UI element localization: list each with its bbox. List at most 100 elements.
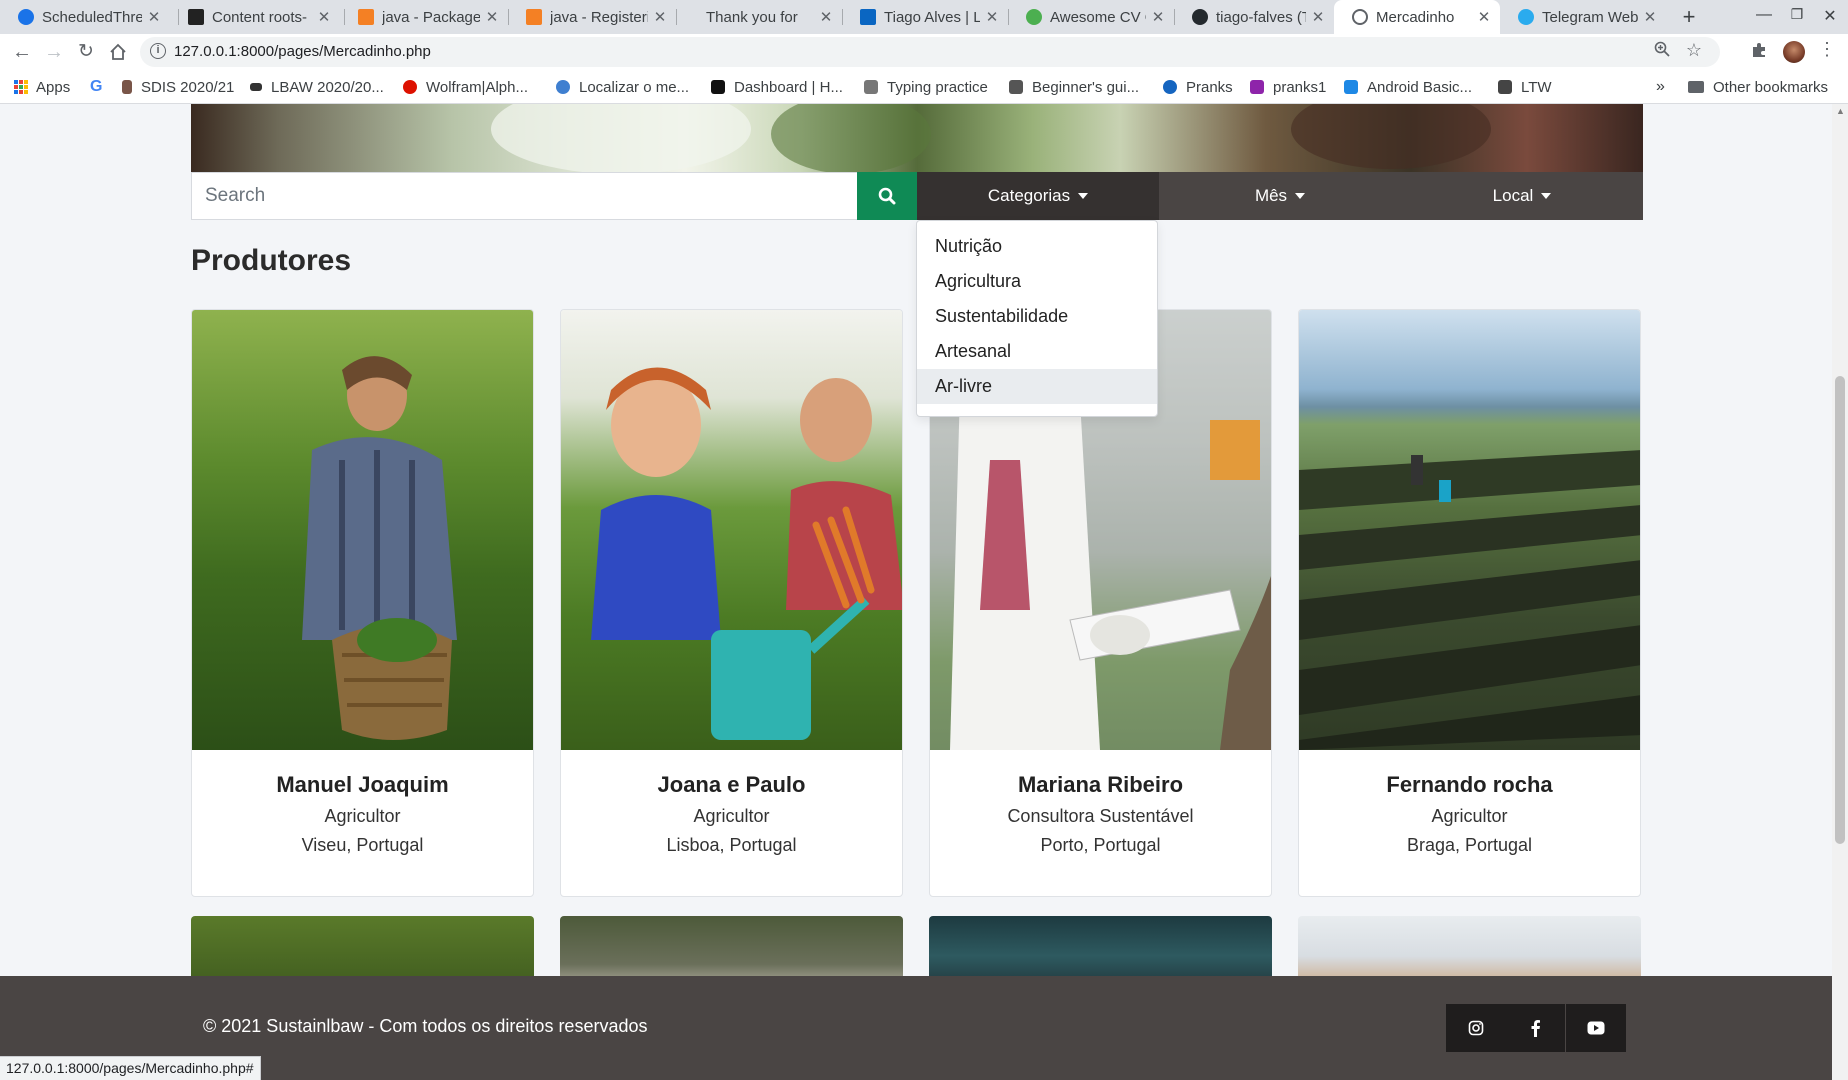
favicon-icon xyxy=(18,9,34,25)
bookmark-ltw[interactable]: LTW xyxy=(1498,70,1552,104)
dropdown-item-nutricao[interactable]: Nutrição xyxy=(917,229,1157,264)
tab[interactable]: Awesome CV C ✕ xyxy=(1008,0,1174,34)
producer-name: Manuel Joaquim xyxy=(276,772,449,797)
youtube-button[interactable] xyxy=(1566,1004,1626,1052)
new-tab-button[interactable]: + xyxy=(1676,4,1702,30)
dropdown-item-artesanal[interactable]: Artesanal xyxy=(917,334,1157,369)
stackoverflow-icon xyxy=(526,9,542,25)
producer-location: Porto, Portugal xyxy=(1040,835,1161,855)
browser-menu-icon[interactable]: ⋮ xyxy=(1818,39,1836,60)
site-info-icon[interactable]: i xyxy=(150,43,166,59)
favicon-icon xyxy=(188,9,204,25)
close-icon[interactable]: ✕ xyxy=(652,8,668,26)
producer-photo xyxy=(192,310,533,750)
bookmark-favicon-icon xyxy=(1163,80,1177,94)
close-window-icon[interactable]: ✕ xyxy=(1818,6,1842,26)
producer-location: Viseu, Portugal xyxy=(301,835,424,855)
bookmark-typing[interactable]: Typing practice xyxy=(864,70,988,104)
close-icon[interactable]: ✕ xyxy=(818,8,834,26)
close-icon[interactable]: ✕ xyxy=(146,8,162,26)
other-bookmarks[interactable]: Other bookmarks xyxy=(1688,70,1828,104)
dropdown-item-ar-livre[interactable]: Ar-livre xyxy=(917,369,1157,404)
dropdown-item-agricultura[interactable]: Agricultura xyxy=(917,264,1157,299)
close-icon[interactable]: ✕ xyxy=(1150,8,1166,26)
scroll-up-icon[interactable]: ▲ xyxy=(1836,106,1845,116)
tab[interactable]: ScheduledThre ✕ xyxy=(0,0,170,34)
close-icon[interactable]: ✕ xyxy=(1310,8,1326,26)
tab[interactable]: Telegram Web ✕ xyxy=(1500,0,1666,34)
mes-dropdown-button[interactable]: Mês xyxy=(1159,172,1401,220)
tab[interactable]: java - Package ✕ xyxy=(340,0,508,34)
local-dropdown-button[interactable]: Local xyxy=(1401,172,1643,220)
bookmark-google[interactable]: G xyxy=(90,70,102,104)
producer-card-partial[interactable] xyxy=(1298,916,1641,976)
forward-icon[interactable]: → xyxy=(42,40,66,64)
bookmark-lbaw[interactable]: LBAW 2020/20... xyxy=(250,70,384,104)
categorias-dropdown-button[interactable]: Categorias xyxy=(917,172,1159,220)
tab-active[interactable]: Mercadinho ✕ xyxy=(1334,0,1500,34)
instagram-button[interactable] xyxy=(1446,1004,1506,1052)
page-content: Categorias Mês Local Produtores Manuel J… xyxy=(0,104,1832,976)
instagram-icon xyxy=(1468,1020,1484,1036)
close-icon[interactable]: ✕ xyxy=(1476,8,1492,26)
bookmark-favicon-icon xyxy=(1250,80,1264,94)
page-scrollbar[interactable]: ▲ xyxy=(1832,104,1848,1080)
bookmark-android[interactable]: Android Basic... xyxy=(1344,70,1472,104)
producer-card[interactable]: Manuel Joaquim Agricultor Viseu, Portuga… xyxy=(191,309,534,897)
bookmark-sdis[interactable]: SDIS 2020/21 xyxy=(122,70,234,104)
home-icon[interactable] xyxy=(106,40,130,64)
producer-name: Joana e Paulo xyxy=(657,772,806,797)
bookmark-pranks[interactable]: Pranks xyxy=(1163,70,1233,104)
tab[interactable]: Content roots- ✕ xyxy=(170,0,340,34)
profile-avatar[interactable] xyxy=(1783,41,1805,63)
tab[interactable]: Tiago Alves | Li ✕ xyxy=(842,0,1008,34)
close-icon[interactable]: ✕ xyxy=(316,8,332,26)
bookmark-beginners[interactable]: Beginner's gui... xyxy=(1009,70,1139,104)
tab[interactable]: java - Registeri ✕ xyxy=(508,0,676,34)
url-text[interactable]: 127.0.0.1:8000/pages/Mercadinho.php xyxy=(174,43,431,60)
close-icon[interactable]: ✕ xyxy=(1642,8,1658,26)
bookmark-dashboard[interactable]: Dashboard | H... xyxy=(711,70,843,104)
producer-card[interactable]: Fernando rocha Agricultor Braga, Portuga… xyxy=(1298,309,1641,897)
search-button[interactable] xyxy=(857,172,917,220)
producer-card-partial[interactable] xyxy=(929,916,1272,976)
copyright-text: © 2021 Sustainlbaw - Com todos os direit… xyxy=(203,1016,648,1036)
facebook-button[interactable] xyxy=(1505,1004,1565,1052)
dropdown-item-sustentabilidade[interactable]: Sustentabilidade xyxy=(917,299,1157,334)
bookmark-pranks1[interactable]: pranks1 xyxy=(1250,70,1326,104)
tab[interactable]: Thank you for ✕ xyxy=(676,0,842,34)
bookmark-apps[interactable]: Apps xyxy=(14,70,70,104)
producer-photo xyxy=(561,310,902,750)
zoom-icon[interactable] xyxy=(1654,41,1670,62)
bookmark-localizar[interactable]: Localizar o me... xyxy=(556,70,689,104)
producer-card[interactable]: Joana e Paulo Agricultor Lisboa, Portuga… xyxy=(560,309,903,897)
extensions-icon[interactable] xyxy=(1750,41,1768,64)
reload-icon[interactable]: ↻ xyxy=(74,40,98,64)
status-bar-url: 127.0.0.1:8000/pages/Mercadinho.php# xyxy=(0,1056,261,1080)
close-icon[interactable]: ✕ xyxy=(984,8,1000,26)
google-icon: G xyxy=(90,78,103,95)
producer-card-partial[interactable] xyxy=(560,916,903,976)
address-bar[interactable]: i 127.0.0.1:8000/pages/Mercadinho.php ☆ xyxy=(140,37,1720,67)
tab-strip: ScheduledThre ✕ Content roots- ✕ java - … xyxy=(0,0,1848,34)
minimize-icon[interactable]: — xyxy=(1752,6,1776,24)
producer-card-partial[interactable] xyxy=(191,916,534,976)
bookmarks-overflow-button[interactable]: » xyxy=(1656,70,1665,104)
back-icon[interactable]: ← xyxy=(10,40,34,64)
linkedin-icon xyxy=(860,9,876,25)
bookmark-favicon-icon xyxy=(711,80,725,94)
bookmark-star-icon[interactable]: ☆ xyxy=(1686,40,1702,61)
bookmark-wolfram[interactable]: Wolfram|Alph... xyxy=(403,70,528,104)
tab[interactable]: tiago-falves (Ti ✕ xyxy=(1174,0,1334,34)
bookmark-favicon-icon xyxy=(250,83,262,91)
telegram-icon xyxy=(1518,9,1534,25)
globe-icon xyxy=(1352,9,1368,25)
bookmark-favicon-icon xyxy=(1344,80,1358,94)
close-icon[interactable]: ✕ xyxy=(484,8,500,26)
bookmark-favicon-icon xyxy=(1498,80,1512,94)
search-input[interactable] xyxy=(191,172,857,220)
scrollbar-thumb[interactable] xyxy=(1835,376,1845,844)
restore-icon[interactable]: ❐ xyxy=(1785,6,1809,23)
producer-name: Fernando rocha xyxy=(1386,772,1553,797)
section-title: Produtores xyxy=(191,244,352,277)
